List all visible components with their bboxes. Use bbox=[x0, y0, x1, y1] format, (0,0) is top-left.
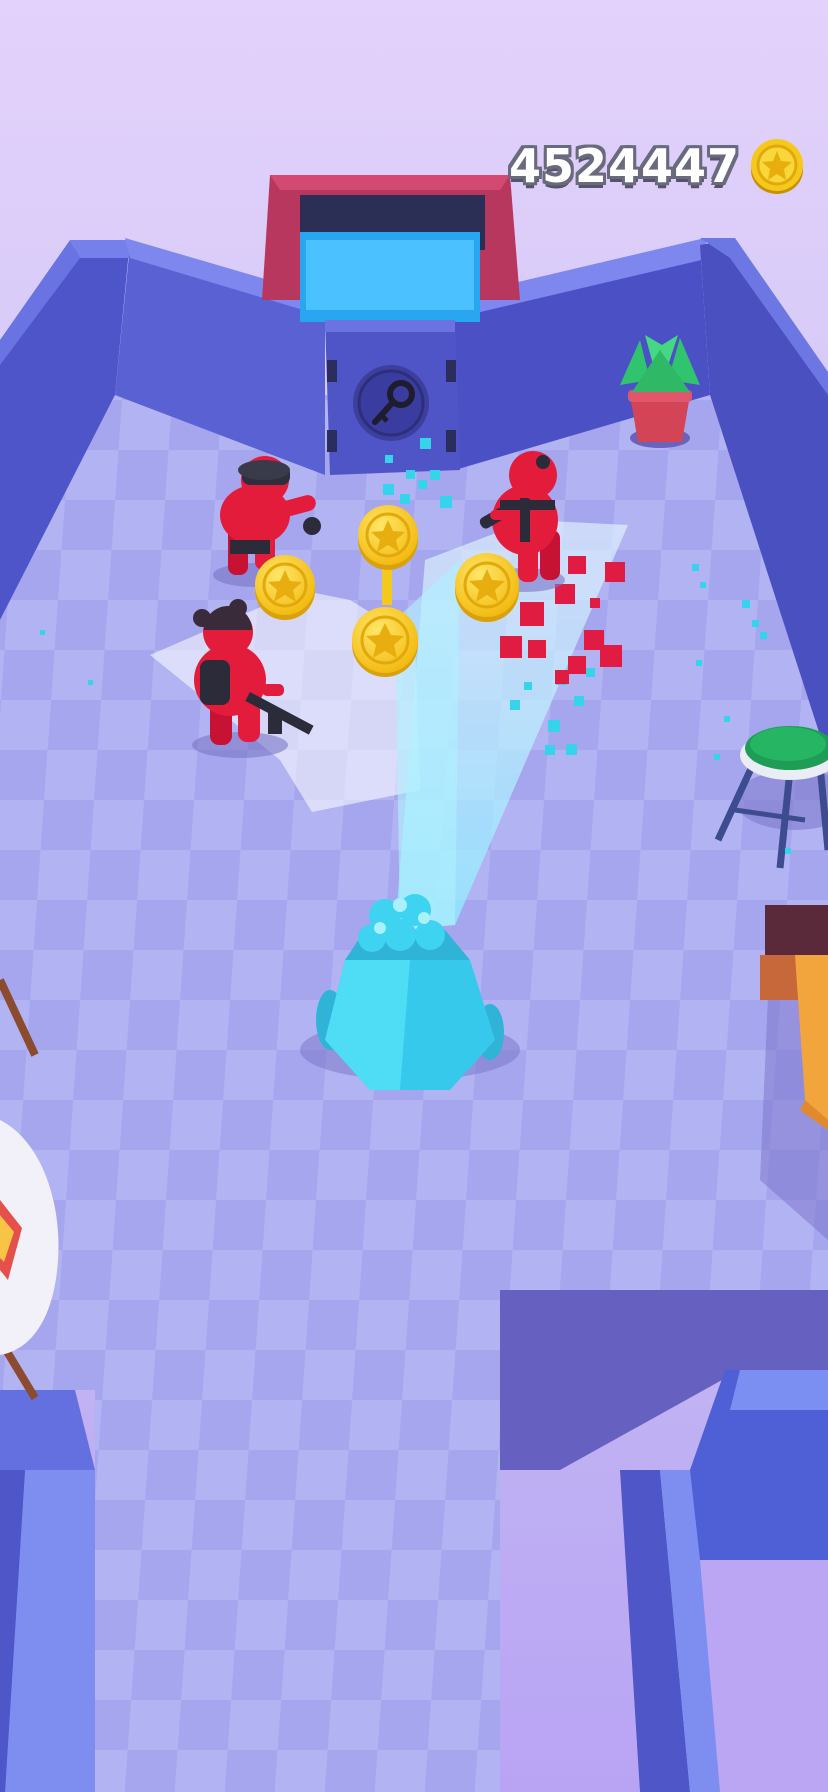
vault-door-key-icon bbox=[353, 365, 429, 441]
vault-doorway bbox=[262, 175, 520, 322]
game-screen[interactable]: 4524447 bbox=[0, 0, 828, 1792]
vault-door[interactable] bbox=[325, 320, 460, 475]
coin-pickup[interactable] bbox=[352, 607, 418, 677]
coin-counter: 4524447 bbox=[509, 134, 806, 198]
coin-icon bbox=[751, 139, 803, 194]
game-scene[interactable] bbox=[0, 0, 828, 1792]
coin-count-text: 4524447 bbox=[508, 139, 740, 193]
coin-pickup[interactable] bbox=[455, 553, 519, 622]
coin-pickup[interactable] bbox=[255, 555, 315, 620]
